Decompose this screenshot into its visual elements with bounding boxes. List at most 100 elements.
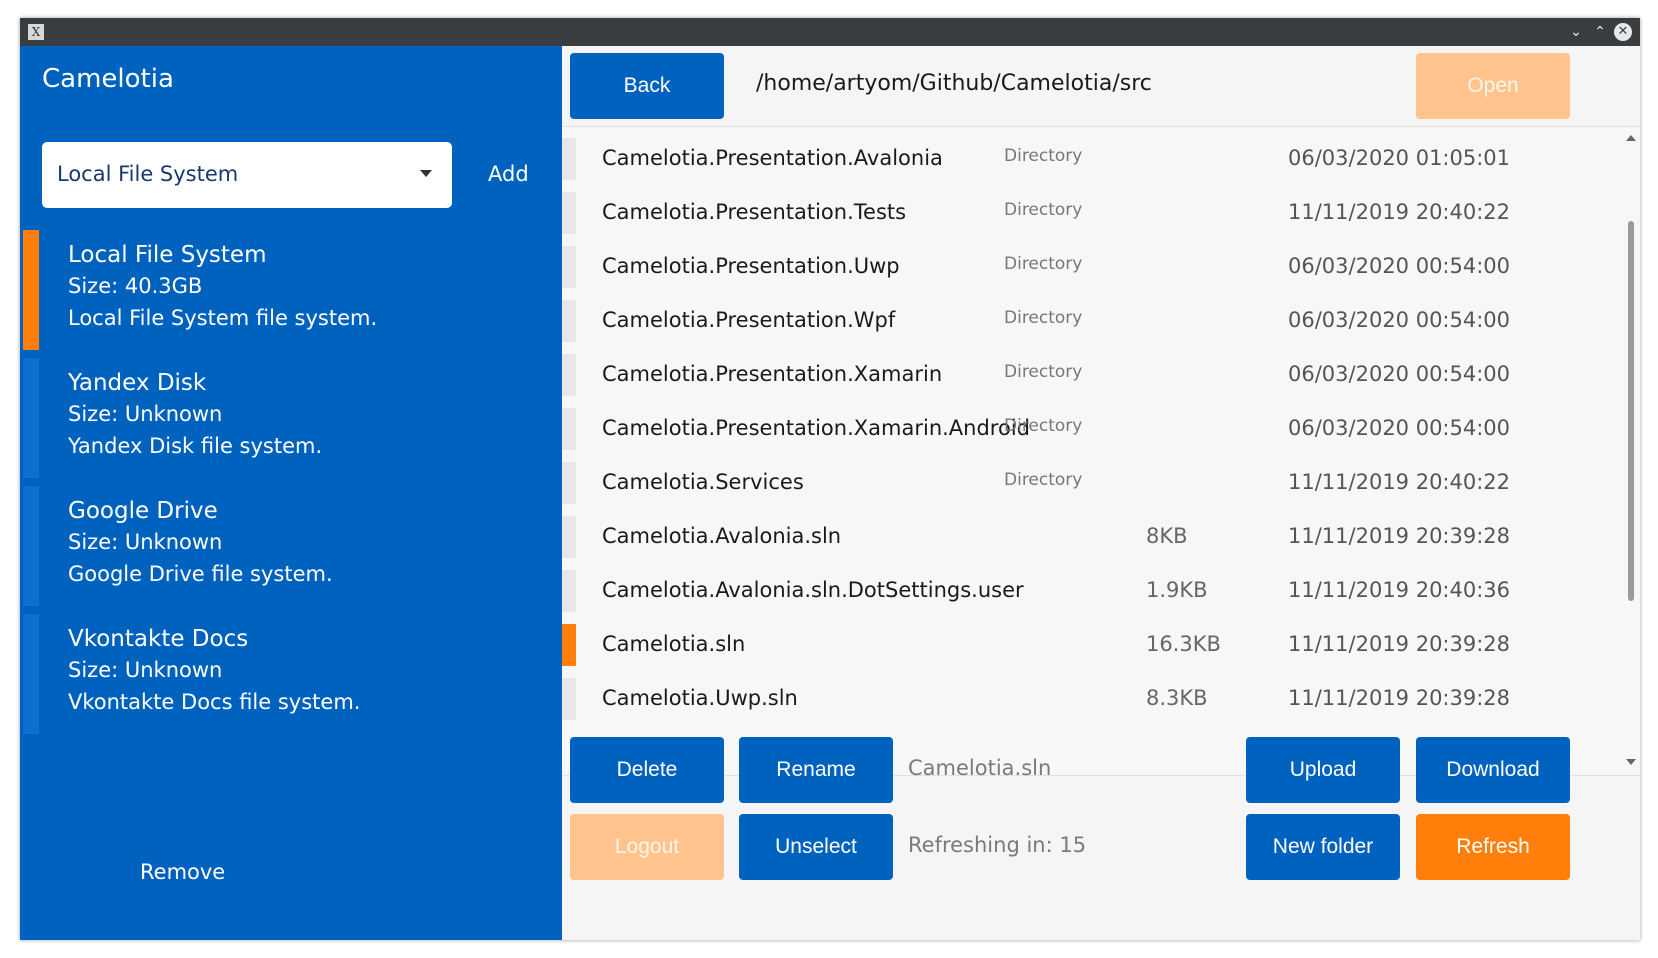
- provider-item[interactable]: Local File System Size: 40.3GB Local File …: [20, 230, 562, 350]
- file-row[interactable]: Camelotia.sln 16.3KB 11/11/2019 20:39:28: [562, 618, 1562, 672]
- download-button[interactable]: Download: [1416, 737, 1570, 803]
- provider-marker: [23, 614, 39, 734]
- file-row[interactable]: Camelotia.Uwp.sln 8.3KB 11/11/2019 20:39:2…: [562, 672, 1562, 726]
- file-date: 06/03/2020 00:54:00: [1288, 362, 1511, 386]
- provider-item[interactable]: Yandex Disk Size: Unknown Yandex Disk file…: [20, 358, 562, 478]
- sidebar: Camelotia Local File System Add Local Fi…: [20, 46, 562, 940]
- row-marker: [562, 516, 576, 558]
- file-name: Camelotia.Presentation.Avalonia: [602, 146, 943, 170]
- current-path: /home/artyom/Github/Camelotia/src: [756, 71, 1152, 96]
- provider-marker: [23, 358, 39, 478]
- file-type: Directory: [1004, 470, 1083, 490]
- remove-button[interactable]: Remove: [140, 860, 225, 884]
- file-date: 11/11/2019 20:39:28: [1288, 524, 1511, 548]
- file-date: 11/11/2019 20:39:28: [1288, 686, 1511, 710]
- file-type: Directory: [1004, 254, 1083, 274]
- file-name: Camelotia.sln: [602, 632, 746, 656]
- provider-size: Size: Unknown: [68, 402, 223, 426]
- file-size: 16.3KB: [1146, 632, 1221, 656]
- provider-description: Local File System file system.: [68, 306, 378, 330]
- rename-button[interactable]: Rename: [739, 737, 893, 803]
- logout-button[interactable]: Logout: [570, 814, 724, 880]
- provider-marker: [23, 486, 39, 606]
- file-name: Camelotia.Presentation.Xamarin.Android: [602, 416, 1030, 440]
- add-button[interactable]: Add: [488, 162, 529, 186]
- file-type: Directory: [1004, 416, 1083, 436]
- file-type: Directory: [1004, 200, 1083, 220]
- upload-button[interactable]: Upload: [1246, 737, 1400, 803]
- provider-description: Vkontakte Docs file system.: [68, 690, 361, 714]
- row-marker: [562, 570, 576, 612]
- x-app-icon: X: [28, 24, 44, 40]
- file-date: 11/11/2019 20:40:22: [1288, 470, 1511, 494]
- provider-marker: [23, 230, 39, 350]
- refresh-button[interactable]: Refresh: [1416, 814, 1570, 880]
- file-name: Camelotia.Presentation.Xamarin: [602, 362, 943, 386]
- file-name: Camelotia.Avalonia.sln.DotSettings.user: [602, 578, 1024, 602]
- file-row[interactable]: Camelotia.Services Directory 11/11/2019 20…: [562, 456, 1562, 510]
- provider-item[interactable]: Vkontakte Docs Size: Unknown Vkontakte Doc…: [20, 614, 562, 734]
- app-window: X ⌄ ⌃ ✕ Camelotia Local File System Add …: [20, 18, 1640, 940]
- file-name: Camelotia.Avalonia.sln: [602, 524, 842, 548]
- minimize-icon[interactable]: ⌄: [1566, 22, 1586, 42]
- back-button[interactable]: Back: [570, 53, 724, 119]
- file-row[interactable]: Camelotia.Presentation.Xamarin Directory 0…: [562, 348, 1562, 402]
- provider-name: Google Drive: [68, 498, 218, 524]
- file-row[interactable]: Camelotia.Presentation.Wpf Directory 06/03…: [562, 294, 1562, 348]
- provider-description: Yandex Disk file system.: [68, 434, 323, 458]
- row-marker: [562, 624, 576, 666]
- file-name: Camelotia.Services: [602, 470, 804, 494]
- delete-button[interactable]: Delete: [570, 737, 724, 803]
- file-row[interactable]: Camelotia.Avalonia.sln.DotSettings.user 1…: [562, 564, 1562, 618]
- dropdown-arrow-icon[interactable]: [420, 170, 432, 177]
- provider-size: Size: 40.3GB: [68, 274, 203, 298]
- provider-name: Vkontakte Docs: [68, 626, 249, 652]
- file-name: Camelotia.Presentation.Tests: [602, 200, 907, 224]
- provider-size: Size: Unknown: [68, 658, 223, 682]
- row-marker: [562, 300, 576, 342]
- file-name: Camelotia.Uwp.sln: [602, 686, 798, 710]
- file-list[interactable]: Camelotia.Presentation.Avalonia Directory…: [562, 126, 1640, 776]
- scroll-down-icon[interactable]: [1626, 759, 1636, 765]
- provider-size: Size: Unknown: [68, 530, 223, 554]
- selected-file-label: Camelotia.sln: [908, 756, 1052, 780]
- scrollbar-thumb[interactable]: [1628, 221, 1634, 601]
- file-type: Directory: [1004, 308, 1083, 328]
- file-row[interactable]: Camelotia.Avalonia.sln 8KB 11/11/2019 20:3…: [562, 510, 1562, 564]
- refresh-countdown: Refreshing in: 15: [908, 833, 1087, 857]
- file-type: Directory: [1004, 146, 1083, 166]
- file-row[interactable]: Camelotia.Presentation.Xamarin.Android Di…: [562, 402, 1562, 456]
- row-marker: [562, 678, 576, 720]
- provider-combo[interactable]: Local File System: [42, 142, 452, 208]
- file-date: 11/11/2019 20:40:22: [1288, 200, 1511, 224]
- open-button[interactable]: Open: [1416, 53, 1570, 119]
- new-folder-button[interactable]: New folder: [1246, 814, 1400, 880]
- file-row[interactable]: Camelotia.Presentation.Tests Directory 11/…: [562, 186, 1562, 240]
- row-marker: [562, 246, 576, 288]
- file-name: Camelotia.Presentation.Uwp: [602, 254, 900, 278]
- file-name: Camelotia.Presentation.Wpf: [602, 308, 896, 332]
- file-row[interactable]: Camelotia.Presentation.Uwp Directory 06/03…: [562, 240, 1562, 294]
- row-marker: [562, 354, 576, 396]
- file-date: 06/03/2020 00:54:00: [1288, 308, 1511, 332]
- provider-description: Google Drive file system.: [68, 562, 333, 586]
- file-type: Directory: [1004, 362, 1083, 382]
- row-marker: [562, 192, 576, 234]
- provider-combo-value: Local File System: [57, 162, 239, 186]
- file-size: 8.3KB: [1146, 686, 1208, 710]
- file-row[interactable]: Camelotia.Presentation.Avalonia Directory…: [562, 132, 1562, 186]
- file-date: 11/11/2019 20:40:36: [1288, 578, 1511, 602]
- file-date: 11/11/2019 20:39:28: [1288, 632, 1511, 656]
- maximize-icon[interactable]: ⌃: [1590, 22, 1610, 42]
- scroll-up-icon[interactable]: [1626, 135, 1636, 141]
- row-marker: [562, 408, 576, 450]
- main-panel: Back /home/artyom/Github/Camelotia/src O…: [562, 46, 1640, 940]
- file-date: 06/03/2020 00:54:00: [1288, 416, 1511, 440]
- close-icon[interactable]: ✕: [1614, 23, 1632, 41]
- row-marker: [562, 462, 576, 504]
- provider-item[interactable]: Google Drive Size: Unknown Google Drive fi…: [20, 486, 562, 606]
- file-date: 06/03/2020 01:05:01: [1288, 146, 1511, 170]
- file-size: 1.9KB: [1146, 578, 1208, 602]
- unselect-button[interactable]: Unselect: [739, 814, 893, 880]
- file-size: 8KB: [1146, 524, 1188, 548]
